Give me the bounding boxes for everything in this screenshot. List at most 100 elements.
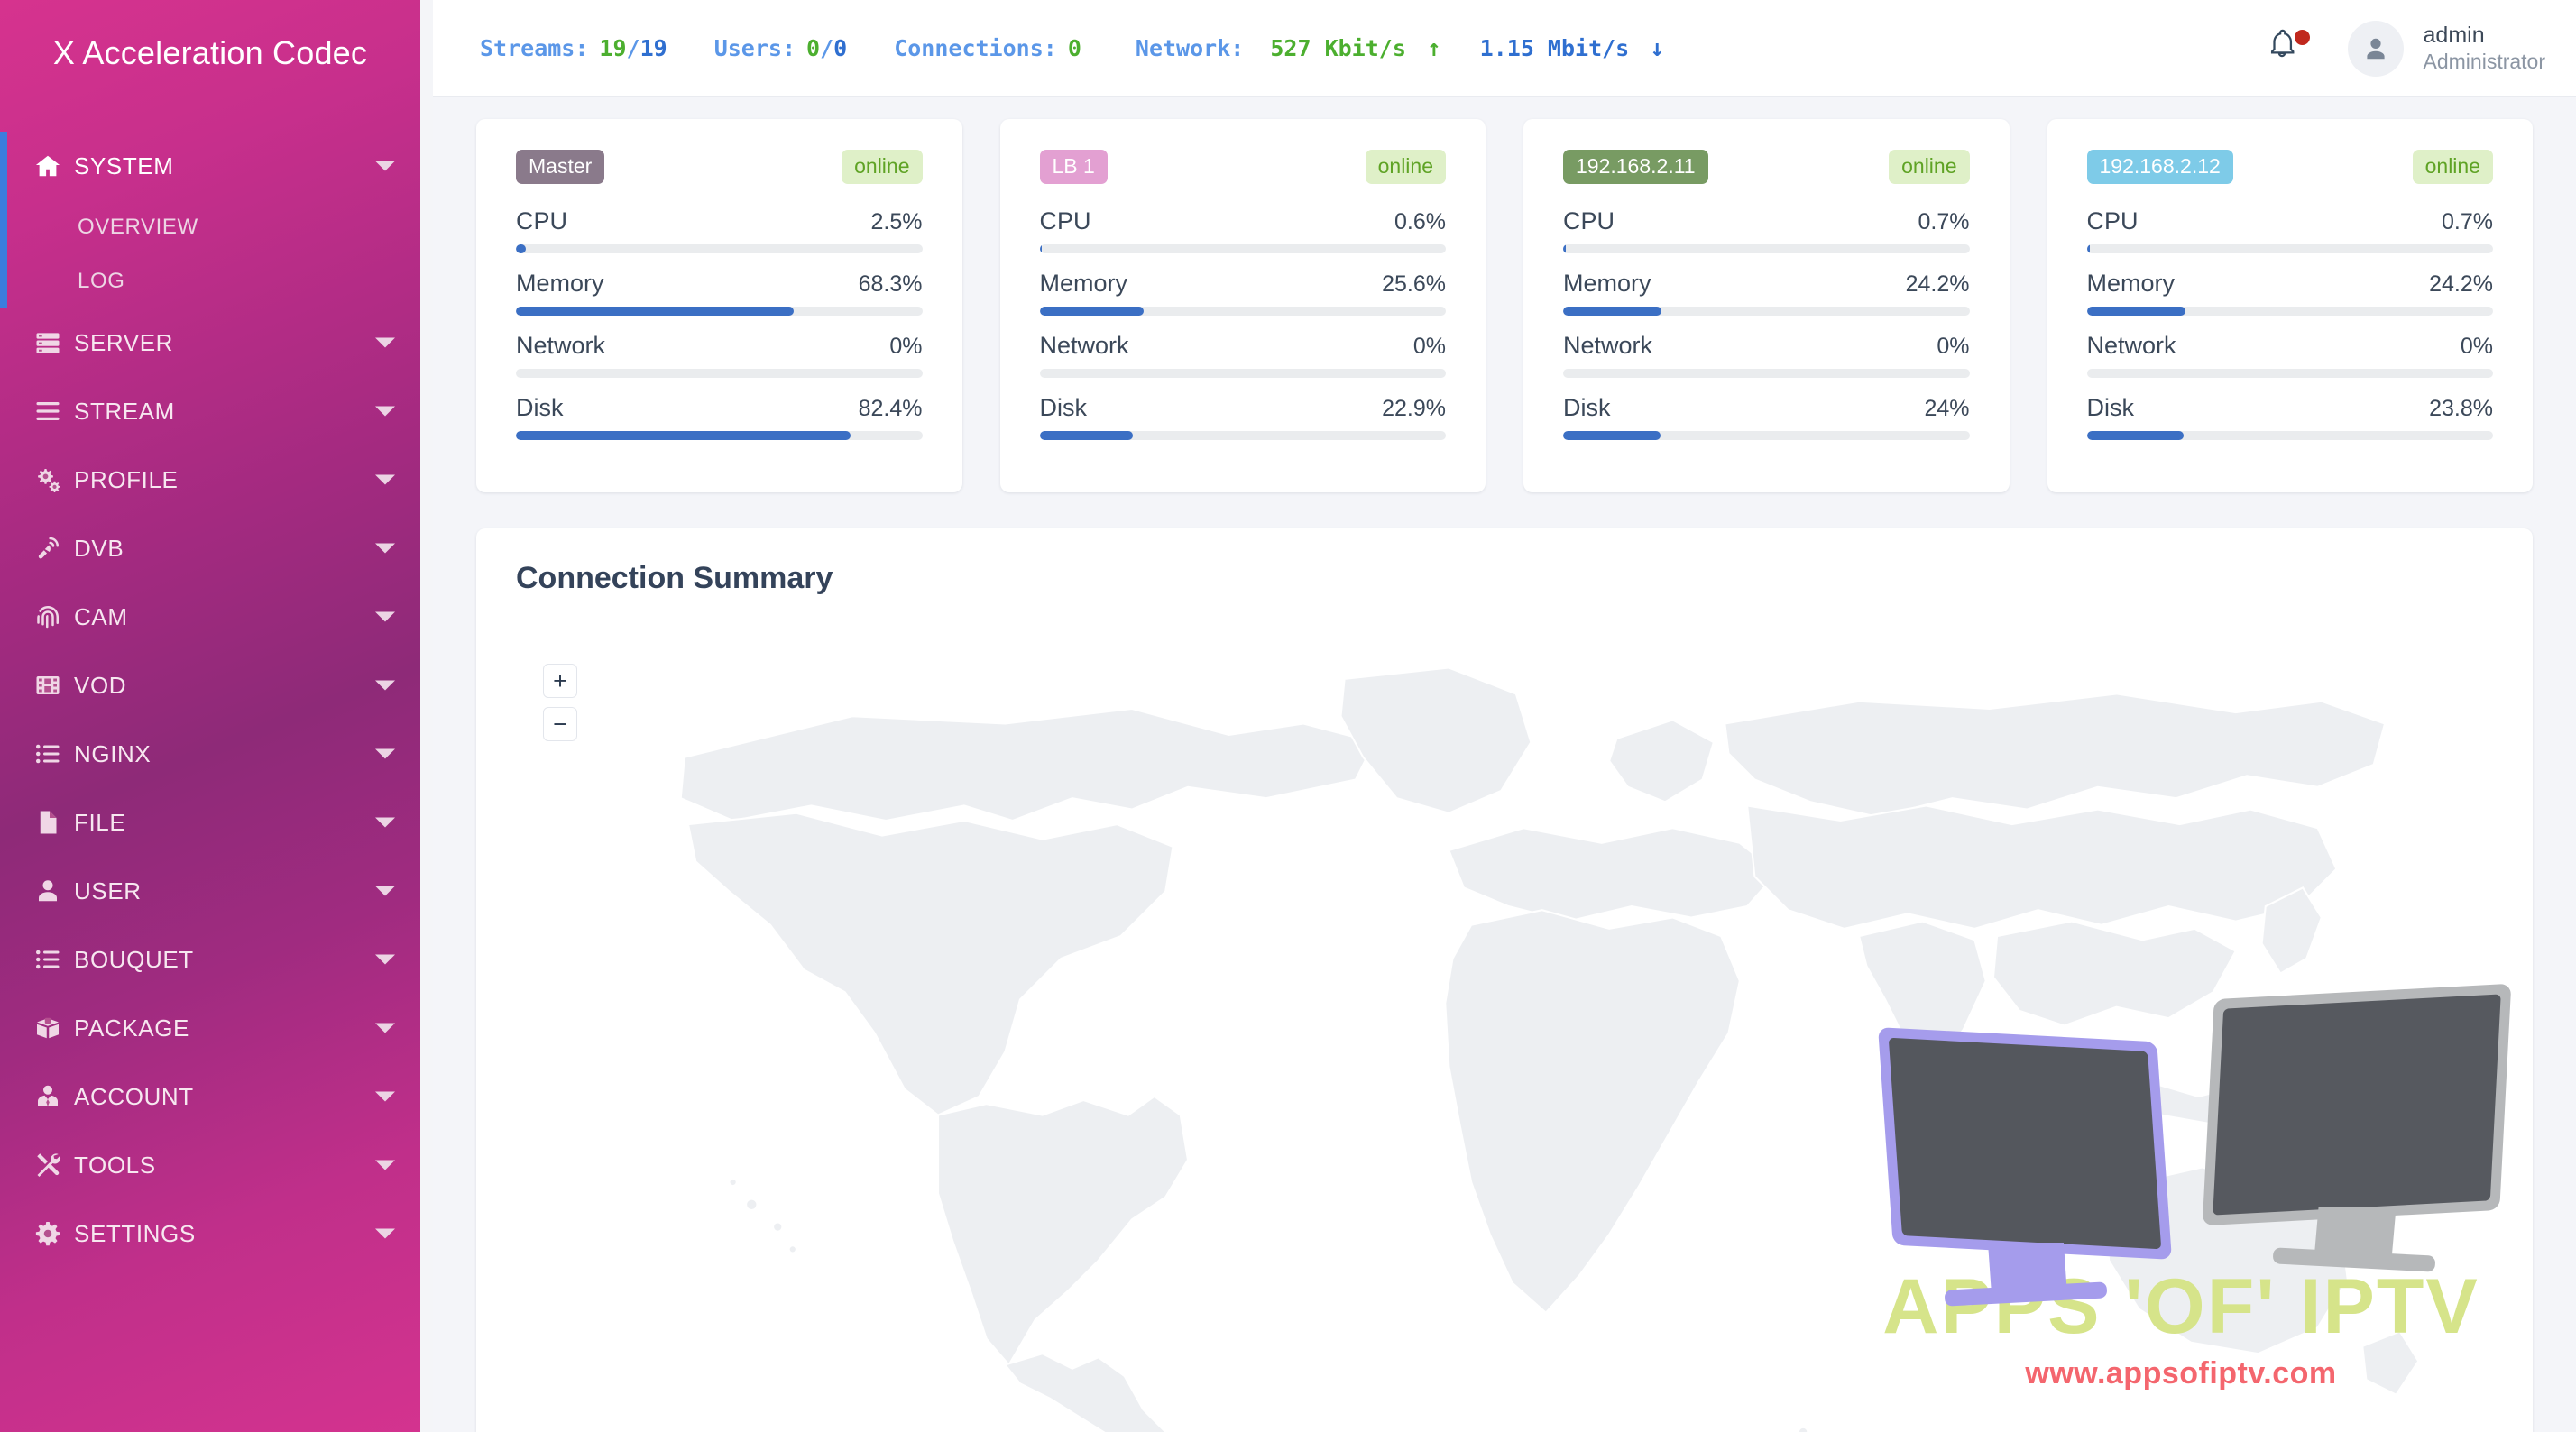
metric-progress-bar [516,307,923,317]
server-cards: Master online CPU 2.5% Memory 68.3% Network 0% D… [476,119,2533,493]
bullet-list-icon [34,740,74,767]
sidebar-item-tools[interactable]: TOOLS [0,1131,433,1199]
metric-disk: Disk 24% [1563,394,1970,441]
chevron-down-icon [375,543,395,554]
topbar-stats: Streams: 19/19 Users: 0/0 Connections: 0 [433,35,1081,61]
user-menu[interactable]: admin Administrator [2347,20,2545,77]
metric-label: Memory [1039,270,1128,298]
sidebar-subitem-log[interactable]: LOG [0,254,433,308]
sidebar-item-settings[interactable]: SETTINGS [0,1199,433,1268]
sidebar-item-dvb[interactable]: DVB [0,514,433,583]
user-avatar-icon [2361,34,2390,63]
server-card-header: 192.168.2.11 online [1563,150,1970,185]
server-card[interactable]: LB 1 online CPU 0.6% Memory 25.6% Network 0% Dis… [999,119,1486,493]
sidebar-item-label: NGINX [74,739,152,767]
brand-title: X Acceleration Codec [52,34,368,71]
sidebar-item-system[interactable]: SYSTEM [0,132,433,200]
tools-icon [34,1152,74,1179]
metric-progress-fill [516,431,851,441]
metric-value: 68.3% [858,271,923,298]
active-indicator-extended [0,132,7,308]
metric-progress-bar [1563,369,1970,379]
list-lines-icon [34,398,74,425]
server-card[interactable]: 192.168.2.11 online CPU 0.7% Memory 24.2% Netw… [1523,119,2010,493]
sidebar-nav: SYSTEM OVERVIEW LOG SERVER STREAM PROFILE DVB C… [0,106,433,1268]
sidebar-item-user[interactable]: USER [0,857,433,925]
sidebar-group-bouquet: BOUQUET [0,925,433,994]
metric-row: CPU 0.6% [1040,207,1447,235]
sidebar-subitem-label: OVERVIEW [78,215,198,239]
metric-row: Disk 24% [1563,394,1970,422]
metric-label: CPU [1563,207,1615,235]
sidebar-group-stream: STREAM [0,377,433,445]
server-icon [34,329,74,356]
sidebar-item-label: FILE [74,808,126,836]
metric-value: 82.4% [858,396,923,422]
metric-progress-bar [1563,431,1970,441]
avatar [2347,20,2404,77]
sidebar-item-label: PROFILE [74,465,179,493]
connection-summary-panel: Connection Summary + − APPS 'OF' IPTV ww… [476,528,2533,1432]
notifications-button[interactable] [2267,28,2310,69]
bullet-list-icon [34,946,74,973]
sidebar-item-label: TOOLS [74,1151,156,1179]
chevron-down-icon [375,611,395,622]
network-upload-value: 527 Kbit/s [1270,34,1406,61]
network-download-value: 1.15 Mbit/s [1479,34,1630,61]
brand[interactable]: X Acceleration Codec [0,0,433,106]
metric-label: Network [1563,332,1653,360]
sidebar-item-stream[interactable]: STREAM [0,377,433,445]
map-zoom-in-button[interactable]: + [543,664,577,699]
sidebar-item-label: VOD [74,671,127,699]
metric-label: Network [516,332,606,360]
stat-separator: / [820,35,834,61]
sidebar-item-file[interactable]: FILE [0,788,433,857]
sidebar-item-vod[interactable]: VOD [0,651,433,720]
chevron-down-icon [375,337,395,348]
metric-label: CPU [2086,207,2139,235]
sidebar-scrollbar[interactable] [420,0,433,1432]
sidebar-item-package[interactable]: PACKAGE [0,994,433,1062]
sidebar-group-file: FILE [0,788,433,857]
gears-icon [34,466,74,493]
sidebar-group-profile: PROFILE [0,445,433,514]
metric-cpu: CPU 0.6% [1039,207,1447,254]
sidebar-item-label: SERVER [74,328,174,356]
main-area: Streams: 19/19 Users: 0/0 Connections: 0 Netw… [433,0,2576,1432]
sidebar-item-profile[interactable]: PROFILE [0,445,433,514]
sidebar-subitem-overview[interactable]: OVERVIEW [0,200,433,254]
sidebar-item-server[interactable]: SERVER [0,308,433,377]
metric-row: CPU 2.5% [516,207,923,235]
home-icon [34,152,74,179]
sidebar-item-account[interactable]: ACCOUNT [0,1062,433,1131]
metric-row: Network 0% [1563,332,1970,360]
world-map[interactable] [476,644,2533,1432]
chevron-down-icon [375,748,395,759]
content: Master online CPU 2.5% Memory 68.3% Network 0% D… [433,97,2576,1432]
metric-value: 23.8% [2429,396,2493,422]
metric-progress-bar [1039,431,1446,441]
metric-progress-bar [2086,307,2493,317]
metric-progress-fill [2086,307,2185,317]
server-card[interactable]: 192.168.2.12 online CPU 0.7% Memory 24.2% Netw… [2047,119,2533,493]
server-name-badge: Master [516,150,605,185]
sidebar-item-bouquet[interactable]: BOUQUET [0,925,433,994]
map-zoom-controls: + − [543,664,577,750]
sidebar-group-account: ACCOUNT [0,1062,433,1131]
sidebar-item-cam[interactable]: CAM [0,583,433,651]
map-zoom-out-button[interactable]: − [543,707,577,742]
server-card[interactable]: Master online CPU 2.5% Memory 68.3% Network 0% D… [476,119,962,493]
status-badge: online [1889,150,1970,185]
server-name-badge: 192.168.2.11 [1563,150,1708,185]
sidebar-group-tools: TOOLS [0,1131,433,1199]
status-badge: online [1365,150,1446,185]
topbar: Streams: 19/19 Users: 0/0 Connections: 0 Netw… [433,0,2576,97]
sidebar-group-cam: CAM [0,583,433,651]
world-map-svg [679,666,2420,1432]
file-icon [34,809,74,836]
metric-network: Network 0% [1039,332,1446,379]
sidebar-item-nginx[interactable]: NGINX [0,720,433,788]
metric-value: 24.2% [2429,271,2493,298]
server-name-badge: 192.168.2.12 [2086,150,2233,185]
chevron-down-icon [375,406,395,417]
